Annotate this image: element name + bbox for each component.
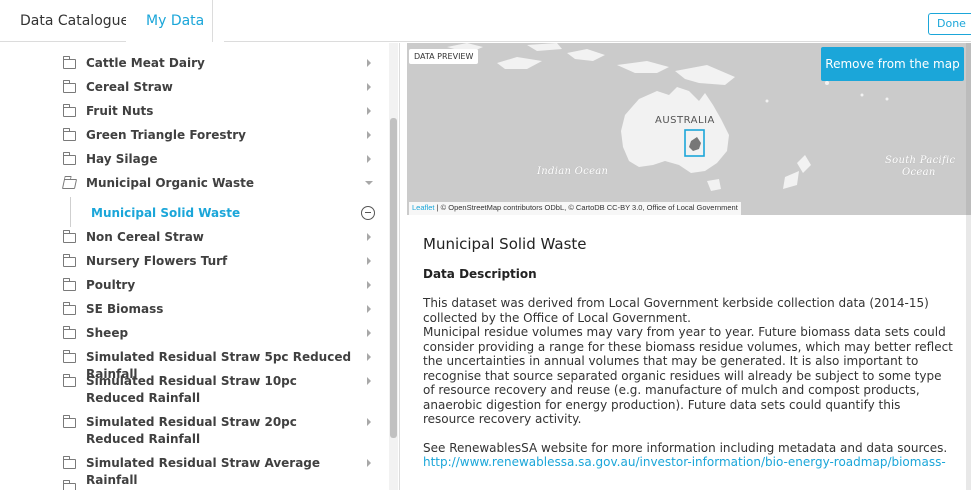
tab-divider [212,0,213,42]
chevron-right-icon [367,377,371,385]
folder-icon [62,302,76,315]
folder-icon [62,230,76,243]
folder-icon [62,374,76,387]
tree-item-label: Sheep [86,326,129,340]
catalogue-tree: Cattle Meat Dairy Cereal Straw Fruit Nut… [0,55,390,490]
folder-icon [62,350,76,363]
chevron-down-icon [365,181,373,185]
tree-item[interactable]: Hay Silage [0,151,390,175]
tree-item-label: Simulated Residual Straw 20pc Reduced Ra… [86,415,297,446]
remove-from-map-button[interactable]: Remove from the map [821,47,964,81]
folder-icon [62,480,76,490]
map-label-australia: AUSTRALIA [655,115,715,126]
tree-item-partial[interactable] [0,479,390,490]
tab-my-data[interactable]: My Data [126,0,225,43]
chevron-right-icon [367,257,371,265]
tree-item-label: Cattle Meat Dairy [86,56,205,70]
leaflet-link[interactable]: Leaflet [412,203,435,212]
data-preview-badge: DATA PREVIEW [409,49,479,64]
tree-item[interactable]: Green Triangle Forestry [0,127,390,151]
done-button[interactable]: Done [928,13,971,35]
map-preview[interactable]: DATA PREVIEW Remove from the map AUSTRAL… [407,43,967,215]
tree-item-label: Fruit Nuts [86,104,154,118]
dataset-description: This dataset was derived from Local Gove… [423,296,929,325]
chevron-right-icon [367,418,371,426]
renewablessa-link[interactable]: http://www.renewablessa.sa.gov.au/invest… [423,455,953,469]
chevron-right-icon [367,233,371,241]
chevron-right-icon [367,459,371,467]
tree-item[interactable]: Simulated Residual Straw Average Rainfal… [0,455,390,487]
tree-item-label: Non Cereal Straw [86,230,204,244]
folder-icon [62,415,76,428]
tree-indent-line [70,197,71,227]
attribution-text: | © OpenStreetMap contributors ODbL, © C… [434,203,738,212]
folder-icon [62,56,76,69]
tree-item-label: Simulated Residual Straw 10pc Reduced Ra… [86,374,297,405]
tree-item-label: Hay Silage [86,152,158,166]
folder-icon [62,254,76,267]
folder-icon [62,152,76,165]
tree-item-label: Poultry [86,278,136,292]
dataset-detail: Municipal Solid Waste Data Description T… [423,226,953,469]
tree-item[interactable]: Simulated Residual Straw 10pc Reduced Ra… [0,373,390,414]
tree-item[interactable]: Poultry [0,277,390,301]
tree-item[interactable]: Sheep [0,325,390,349]
see-also-text: See RenewablesSA website for more inform… [423,440,948,455]
tree-sub-item-selected[interactable]: Municipal Solid Waste [0,197,390,229]
dataset-title: Municipal Solid Waste [423,235,587,253]
tree-item[interactable]: Fruit Nuts [0,103,390,127]
catalogue-tree-panel: Cattle Meat Dairy Cereal Straw Fruit Nut… [0,43,400,490]
chevron-right-icon [367,305,371,313]
folder-icon [62,278,76,291]
data-description-heading: Data Description [423,267,537,281]
tree-item[interactable]: Simulated Residual Straw 20pc Reduced Ra… [0,414,390,455]
tree-sub-item-label: Municipal Solid Waste [91,206,241,220]
tree-item[interactable]: Non Cereal Straw [0,229,390,253]
map-label-south-pacific-ocean: Ocean [902,167,936,178]
folder-icon [62,456,76,469]
chevron-right-icon [367,107,371,115]
chevron-right-icon [367,83,371,91]
tree-item-label: SE Biomass [86,302,164,316]
chevron-right-icon [367,281,371,289]
remove-circle-icon[interactable] [361,206,375,220]
map-label-indian-ocean: Indian Ocean [537,166,609,177]
detail-scrollbar-thumb[interactable] [966,43,971,215]
tree-item[interactable]: Cattle Meat Dairy [0,55,390,79]
tree-item[interactable]: SE Biomass [0,301,390,325]
tree-scrollbar-thumb[interactable] [390,118,397,438]
folder-icon [62,80,76,93]
chevron-right-icon [367,329,371,337]
tree-item[interactable]: Nursery Flowers Turf [0,253,390,277]
map-attribution: Leaflet | © OpenStreetMap contributors O… [409,202,741,215]
tree-item[interactable]: Cereal Straw [0,79,390,103]
tree-item-label: Cereal Straw [86,80,173,94]
chevron-right-icon [367,353,371,361]
chevron-right-icon [367,155,371,163]
tree-item-expanded[interactable]: Municipal Organic Waste [0,175,390,205]
folder-icon [62,128,76,141]
dataset-description-2: Municipal residue volumes may vary from … [423,325,953,426]
tree-item-label: Green Triangle Forestry [86,128,246,142]
chevron-right-icon [367,131,371,139]
folder-open-icon [61,179,78,189]
folder-icon [62,104,76,117]
tree-item-label: Municipal Organic Waste [86,176,255,190]
folder-icon [62,326,76,339]
map-label-south-pacific: South Pacific [885,155,956,166]
chevron-right-icon [367,59,371,67]
tree-item[interactable]: Simulated Residual Straw 5pc Reduced Rai… [0,349,390,381]
top-bar: Data Catalogue My Data Done [0,0,971,43]
tree-item-label: Nursery Flowers Turf [86,254,228,268]
